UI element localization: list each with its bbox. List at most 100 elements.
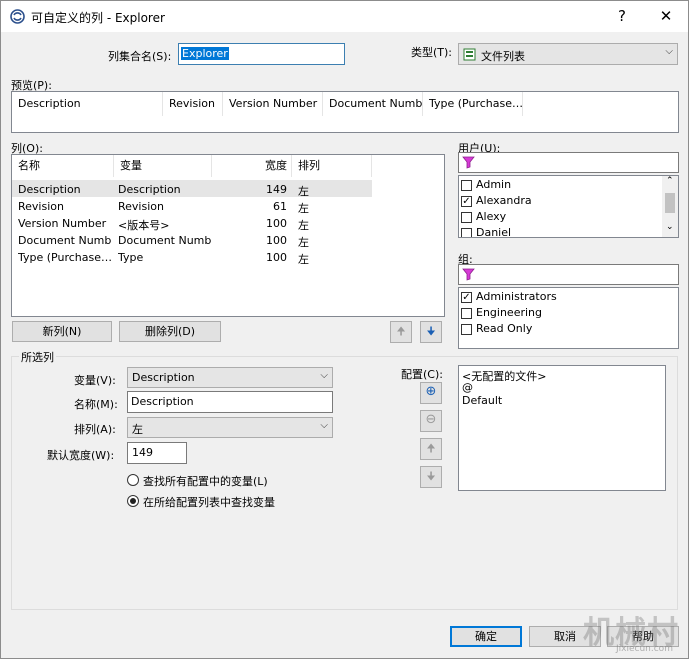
config-down-button[interactable]: 🠋 — [420, 466, 442, 488]
arrow-up-icon: 🠉 — [396, 325, 406, 338]
variable-value: Description — [132, 371, 195, 384]
preview-col-5: Type (Purchase… — [423, 92, 523, 116]
default-width-value: 149 — [132, 446, 153, 459]
app-icon — [10, 9, 25, 24]
table-cell: 100 — [266, 251, 287, 264]
type-select[interactable]: 文件列表 ⌵ — [458, 43, 678, 65]
variable-label: 变量(V): — [74, 374, 116, 387]
chevron-down-icon: ⌵ — [665, 46, 673, 57]
ok-button[interactable]: 确定 — [450, 626, 522, 647]
align-select[interactable]: 左 ⌵ — [127, 417, 333, 438]
close-button[interactable]: ✕ — [646, 1, 686, 32]
table-cell: Revision — [18, 200, 64, 213]
radio-given-configs-label[interactable]: 在所给配置列表中查找变量 — [143, 494, 275, 510]
set-name-label: 列集合名(S): — [108, 50, 172, 63]
groups-filter-input[interactable] — [458, 264, 679, 285]
help-glyph: ? — [618, 7, 626, 25]
dialog-window: 可自定义的列 - Explorer ? ✕ 列集合名(S): Explorer … — [0, 0, 689, 659]
checkbox[interactable] — [461, 308, 472, 319]
set-name-value: Explorer — [181, 47, 229, 60]
table-cell: 100 — [266, 217, 287, 230]
filter-icon — [462, 268, 475, 281]
config-up-button[interactable]: 🠉 — [420, 438, 442, 460]
type-value: 文件列表 — [481, 50, 525, 63]
col-header-width[interactable]: 宽度 — [212, 155, 292, 177]
list-item[interactable]: Read Only — [476, 322, 532, 335]
list-item[interactable]: Alexandra — [476, 194, 532, 207]
table-cell: Description — [18, 183, 81, 196]
preview-panel: Description Revision Version Number Docu… — [11, 91, 679, 133]
chevron-up-icon[interactable]: ⌃ — [666, 176, 674, 186]
users-filter-input[interactable] — [458, 152, 679, 173]
chevron-down-icon: ⌵ — [320, 370, 328, 381]
table-cell: 149 — [266, 183, 287, 196]
name-input[interactable]: Description — [127, 391, 333, 413]
checkbox-checked[interactable]: ✓ — [461, 196, 472, 207]
remove-config-button[interactable]: ⊖ — [420, 410, 442, 432]
users-scrollbar[interactable]: ⌃ ⌄ — [662, 176, 678, 237]
move-up-button[interactable]: 🠉 — [390, 321, 412, 343]
radio-all-configs-label[interactable]: 查找所有配置中的变量(L) — [143, 473, 268, 489]
default-width-input[interactable]: 149 — [127, 442, 187, 464]
arrow-down-icon: 🠋 — [426, 325, 436, 338]
list-item[interactable]: @ — [462, 381, 473, 394]
table-cell: Type — [118, 251, 144, 264]
config-list[interactable]: <无配置的文件> @ Default — [458, 365, 666, 491]
minus-circle-icon: ⊖ — [425, 412, 437, 427]
variable-select[interactable]: Description ⌵ — [127, 367, 333, 388]
help-title-button[interactable]: ? — [602, 1, 642, 32]
chevron-down-icon[interactable]: ⌄ — [666, 222, 674, 232]
close-icon: ✕ — [659, 7, 673, 25]
list-item[interactable]: <无配置的文件> — [462, 368, 546, 384]
groups-list[interactable]: ✓ Administrators Engineering Read Only — [458, 287, 679, 349]
checkbox[interactable] — [461, 180, 472, 191]
col-header-name[interactable]: 名称 — [12, 155, 114, 177]
preview-col-1: Description — [12, 92, 163, 116]
list-item[interactable]: Daniel — [476, 226, 511, 237]
watermark-url: Jixiecun.com — [616, 644, 673, 654]
col-header-var[interactable]: 变量 — [114, 155, 212, 177]
checkbox-checked[interactable]: ✓ — [461, 292, 472, 303]
table-cell: Revision — [118, 200, 164, 213]
users-list[interactable]: Admin ✓ Alexandra Alexy Daniel ⌃ ⌄ — [458, 175, 679, 238]
list-item[interactable]: Administrators — [476, 290, 557, 303]
checkbox[interactable] — [461, 228, 472, 237]
list-item[interactable]: Engineering — [476, 306, 542, 319]
file-list-icon — [463, 48, 476, 61]
chevron-down-icon: ⌵ — [320, 420, 328, 431]
list-item[interactable]: Default — [462, 394, 502, 407]
table-cell: <版本号> — [118, 219, 170, 232]
table-cell: 左 — [298, 236, 309, 249]
config-label: 配置(C): — [401, 368, 443, 381]
columns-list[interactable]: 名称 变量 宽度 排列 Description Description 149 … — [11, 154, 445, 317]
align-label: 排列(A): — [74, 423, 116, 436]
plus-circle-icon: ⊕ — [425, 384, 437, 399]
table-cell: Version Number — [18, 217, 107, 230]
table-cell: 61 — [273, 200, 287, 213]
table-cell: Document Number — [118, 234, 212, 247]
col-header-align[interactable]: 排列 — [292, 155, 372, 177]
scroll-thumb[interactable] — [665, 193, 675, 213]
table-cell: 左 — [298, 185, 309, 198]
checkbox[interactable] — [461, 212, 472, 223]
add-config-button[interactable]: ⊕ — [420, 382, 442, 404]
checkbox[interactable] — [461, 324, 472, 335]
table-cell: 左 — [298, 202, 309, 215]
table-cell: Type (Purchase… — [18, 251, 112, 264]
radio-given-configs[interactable] — [127, 495, 139, 507]
align-value: 左 — [132, 423, 143, 436]
set-name-input[interactable]: Explorer — [178, 43, 345, 65]
move-down-button[interactable]: 🠋 — [420, 321, 442, 343]
name-label: 名称(M): — [74, 398, 118, 411]
delete-column-button[interactable]: 删除列(D) — [119, 321, 221, 342]
default-width-label: 默认宽度(W): — [47, 449, 115, 462]
table-cell: Description — [118, 183, 181, 196]
arrow-up-icon: 🠉 — [426, 442, 436, 455]
preview-col-2: Revision — [163, 92, 223, 116]
new-column-button[interactable]: 新列(N) — [12, 321, 112, 342]
list-item[interactable]: Admin — [476, 178, 511, 191]
name-value: Description — [131, 395, 194, 408]
title-bar: 可自定义的列 - Explorer ? ✕ — [1, 1, 688, 32]
list-item[interactable]: Alexy — [476, 210, 506, 223]
radio-all-configs[interactable] — [127, 474, 139, 486]
